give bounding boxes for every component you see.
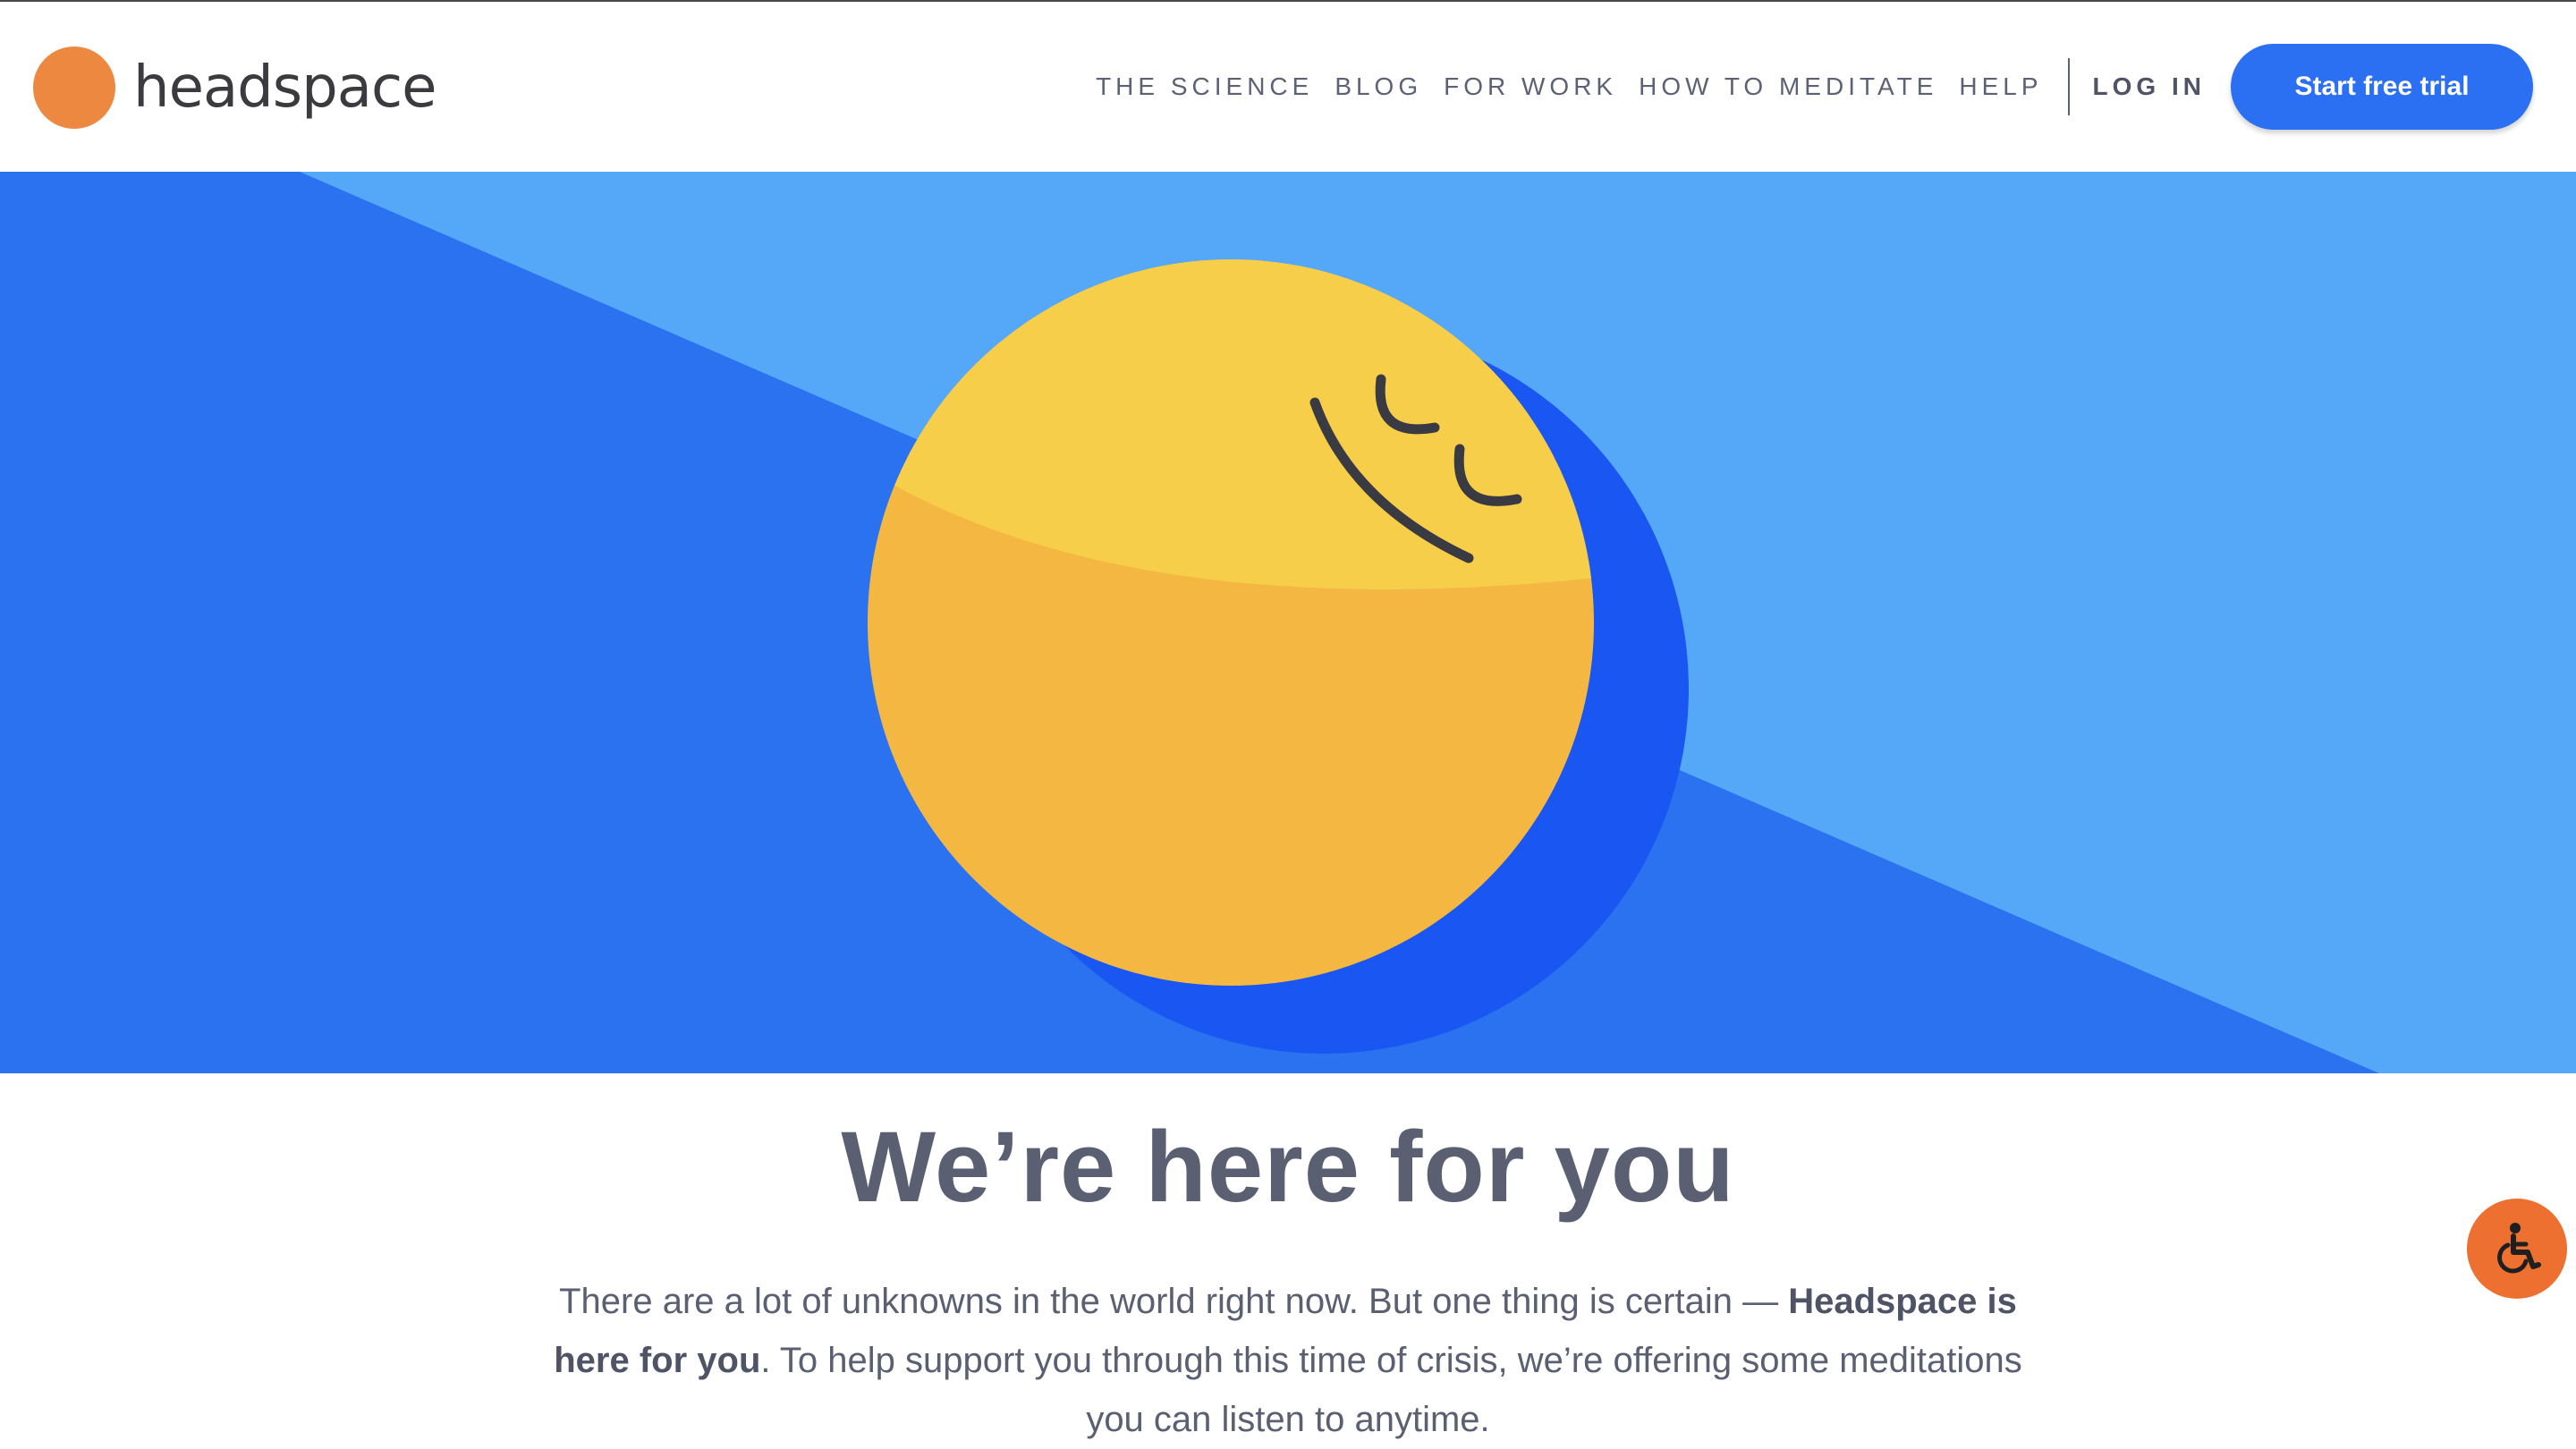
logo-dot-icon xyxy=(33,47,115,129)
wheelchair-icon xyxy=(2497,1223,2541,1274)
intro-paragraph: There are a lot of unknowns in the world… xyxy=(528,1272,2048,1449)
page-headline: We’re here for you xyxy=(841,1111,1735,1223)
hero-banner xyxy=(0,172,2576,1073)
intro-text-2: . To help support you through this time … xyxy=(760,1341,2022,1439)
logo-wordmark: headspace xyxy=(133,55,437,121)
nav-link-how-to-meditate[interactable]: HOW TO MEDITATE xyxy=(1639,72,1937,101)
accessibility-button[interactable] xyxy=(2467,1199,2567,1299)
nav-link-the-science[interactable]: THE SCIENCE xyxy=(1096,72,1313,101)
headspace-logo[interactable]: headspace xyxy=(33,45,437,131)
nav-link-help[interactable]: HELP xyxy=(1959,72,2042,101)
login-link[interactable]: LOG IN xyxy=(2093,72,2206,101)
nav-link-blog[interactable]: BLOG xyxy=(1335,72,1422,101)
nav-link-for-work[interactable]: FOR WORK xyxy=(1444,72,1617,101)
intro-text-1: There are a lot of unknowns in the world… xyxy=(559,1282,1789,1321)
main-nav: THE SCIENCE BLOG FOR WORK HOW TO MEDITAT… xyxy=(1096,2,2576,172)
site-header: headspace THE SCIENCE BLOG FOR WORK HOW … xyxy=(0,2,2576,172)
nav-divider xyxy=(2067,58,2070,115)
start-free-trial-button[interactable]: Start free trial xyxy=(2231,44,2533,130)
smiling-sun-illustration xyxy=(0,172,2576,1073)
